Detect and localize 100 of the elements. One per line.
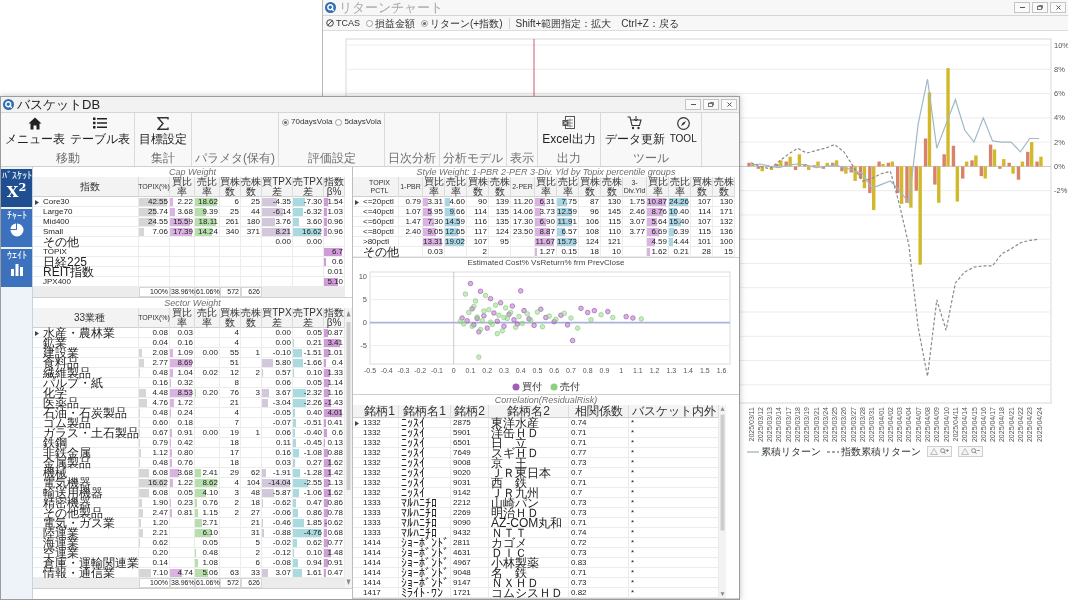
- table-cell: 7.06: [139, 227, 170, 237]
- table-cell: 0.76: [170, 458, 195, 468]
- table-cell: -1.06: [293, 488, 324, 498]
- table-cell: 19: [220, 428, 241, 438]
- table-cell: 0.74: [569, 418, 629, 428]
- shortcut-hint: Shift+範囲指定：拡大 Ctrl+Z：戻る: [515, 17, 679, 29]
- table-cell: -0.62: [324, 518, 345, 528]
- table-cell: 1.04: [170, 368, 195, 378]
- table-cell: 28: [691, 247, 713, 257]
- table-cell: 機械: [41, 468, 139, 478]
- table-cell: 18: [220, 458, 241, 468]
- table-cell: 0.71: [569, 478, 629, 488]
- table-cell: 6.69: [647, 227, 669, 237]
- table-cell: -3.04: [262, 398, 293, 408]
- table-cell: 23.50: [511, 227, 535, 237]
- table-cell: 25.74: [139, 207, 170, 217]
- table-cell: AZ-COM丸和: [489, 518, 569, 528]
- table-cell: 0.32: [170, 378, 195, 388]
- table-cell: 4631: [451, 548, 489, 558]
- window-title: リターンチャート: [339, 0, 443, 15]
- table-cell: -2.26: [293, 398, 324, 408]
- table-cell: 1.12: [139, 448, 170, 458]
- panel-title: Correlation(ResidualRisk): [493, 395, 599, 405]
- table-cell: 1414: [361, 568, 399, 578]
- table-cell: 2: [241, 548, 262, 558]
- table-cell: 18: [241, 498, 262, 508]
- table-cell: 1.62: [324, 458, 345, 468]
- table-cell: -4.76: [293, 528, 324, 538]
- table-cell: 非鉄金属: [41, 448, 139, 458]
- table-cell: 29: [220, 468, 241, 478]
- table-cell: 0.79: [399, 197, 423, 207]
- table-cell: 5.64: [647, 217, 669, 227]
- table-cell: 3: [241, 388, 262, 398]
- table-cell: 山崎パン: [489, 498, 569, 508]
- table-cell: 0.86: [324, 498, 345, 508]
- table-cell: 115: [601, 217, 623, 227]
- table-cell: 9432: [451, 528, 489, 538]
- table-cell: 洋缶ＨＤ: [489, 428, 569, 438]
- table-cell: -14.04: [262, 478, 293, 488]
- table-cell: 1.42: [324, 468, 345, 478]
- table-cell: 1.72: [170, 398, 195, 408]
- table-cell: 0.4: [324, 358, 345, 368]
- chart-title: Estimated Cost% VsReturn% frm PrevClose: [467, 258, 625, 268]
- table-cell: 7.75: [557, 197, 579, 207]
- table-cell: 化学: [41, 388, 139, 398]
- table-cell: 340: [220, 227, 241, 237]
- table-cell: 0.40: [293, 408, 324, 418]
- table-cell: 0.48: [139, 368, 170, 378]
- table-cell: -1.28: [293, 468, 324, 478]
- table-cell: 21: [220, 398, 241, 408]
- table-cell: 0.88: [324, 448, 345, 458]
- table-cell: 9.39: [195, 207, 220, 217]
- table-cell: 0.73: [569, 458, 629, 468]
- table-cell: 輸送用機器: [41, 488, 139, 498]
- table-cell: 6.7: [324, 247, 345, 257]
- table-cell: 0.96: [324, 217, 345, 227]
- table-cell: 2.41: [195, 468, 220, 478]
- table-cell: 1.27: [535, 247, 557, 257]
- table-cell: 1.14: [324, 378, 345, 388]
- table-cell: 1.47: [399, 217, 423, 227]
- table-cell: 6.10: [195, 528, 220, 538]
- table-cell: 2.40: [399, 227, 423, 237]
- table-cell: その他: [41, 237, 139, 247]
- table-cell: 0.6: [324, 428, 345, 438]
- group-label: ツール: [631, 151, 670, 165]
- table-cell: 18.11: [195, 217, 220, 227]
- table-cell: 106: [579, 217, 601, 227]
- table-cell: -7.30: [293, 197, 324, 207]
- table-cell: 0.81: [170, 508, 195, 518]
- table-cell: 0.13: [324, 438, 345, 448]
- table-cell: 6.57: [557, 227, 579, 237]
- group-label: 表示: [510, 151, 535, 165]
- table-cell: 8.69: [170, 358, 195, 368]
- table-cell: 136: [713, 227, 735, 237]
- table-cell: 1332: [361, 418, 399, 428]
- table-cell: ｼｮｰﾎﾞﾝﾄﾞ: [399, 578, 451, 588]
- table-cell: 1.22: [170, 478, 195, 488]
- panel-title: Sector Weight: [163, 298, 222, 308]
- table-cell: 6: [220, 197, 241, 207]
- table-cell: 12: [220, 368, 241, 378]
- table-cell: 132: [713, 217, 735, 227]
- table-cell: 124: [579, 237, 601, 247]
- table-cell: 10: [601, 247, 623, 257]
- table-cell: 1414: [361, 558, 399, 568]
- table-cell: -0.45: [293, 438, 324, 448]
- table-cell: 2875: [451, 418, 489, 428]
- table-cell: 76: [220, 388, 241, 398]
- table-cell: 7: [220, 418, 241, 428]
- table-cell: ﾏﾙﾊﾆﾁﾛ: [399, 518, 451, 528]
- table-cell: 0.10: [293, 368, 324, 378]
- table-cell: 0.74: [569, 528, 629, 538]
- table-cell: 4: [220, 338, 241, 348]
- table-cell: 0.79: [139, 438, 170, 448]
- table-cell: 15: [713, 247, 735, 257]
- table-cell: Large70: [41, 207, 139, 217]
- formula-glyph: X$^{2}$: [6, 183, 27, 201]
- table-cell: 11.20: [511, 197, 535, 207]
- table-cell: -1.43: [324, 398, 345, 408]
- table-cell: 8.62: [195, 478, 220, 488]
- table-cell: ｼｮｰﾎﾞﾝﾄﾞ: [399, 548, 451, 558]
